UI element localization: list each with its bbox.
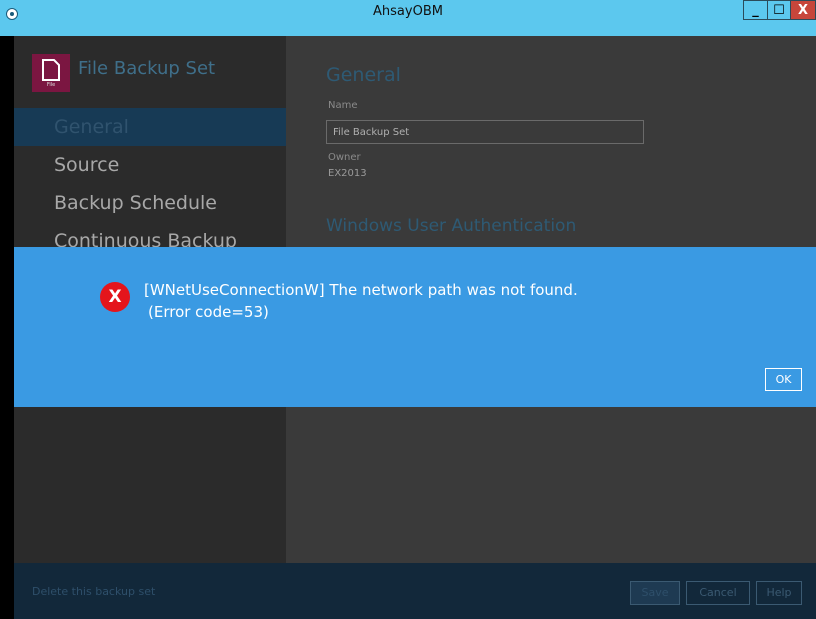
cancel-button[interactable]: Cancel — [686, 581, 750, 605]
file-backup-set-icon: File — [32, 54, 70, 92]
name-label: Name — [328, 100, 358, 111]
minimize-button[interactable]: _ — [743, 0, 768, 20]
title-bar: AhsayOBM _ ☐ X — [0, 0, 816, 36]
backup-set-title: File Backup Set — [78, 58, 216, 79]
delete-backup-set-link[interactable]: Delete this backup set — [32, 585, 155, 598]
error-x-icon: X — [100, 282, 130, 312]
logo-label: File — [46, 82, 56, 88]
error-dialog: X [WNetUseConnectionW] The network path … — [14, 247, 816, 407]
name-field[interactable] — [326, 120, 644, 144]
help-button[interactable]: Help — [756, 581, 802, 605]
close-button[interactable]: X — [790, 0, 816, 20]
app-window: AhsayOBM _ ☐ X File File Backup Set Gene… — [0, 0, 816, 619]
windows-auth-heading: Windows User Authentication — [326, 216, 577, 236]
maximize-button[interactable]: ☐ — [767, 0, 791, 20]
sidebar-item-general[interactable]: General — [14, 108, 286, 146]
owner-value: EX2013 — [328, 168, 367, 179]
owner-label: Owner — [328, 152, 361, 163]
window-title: AhsayOBM — [373, 4, 443, 19]
error-code: (Error code=53) — [148, 303, 269, 321]
footer-bar: Delete this backup set Save Cancel Help — [14, 563, 816, 619]
ok-button[interactable]: OK — [765, 368, 802, 391]
page-title: General — [326, 64, 401, 86]
file-icon — [42, 59, 60, 81]
sidebar-item-backup-schedule[interactable]: Backup Schedule — [14, 184, 286, 222]
error-message: [WNetUseConnectionW] The network path wa… — [144, 281, 578, 299]
sidebar-item-source[interactable]: Source — [14, 146, 286, 184]
save-button[interactable]: Save — [630, 581, 680, 605]
